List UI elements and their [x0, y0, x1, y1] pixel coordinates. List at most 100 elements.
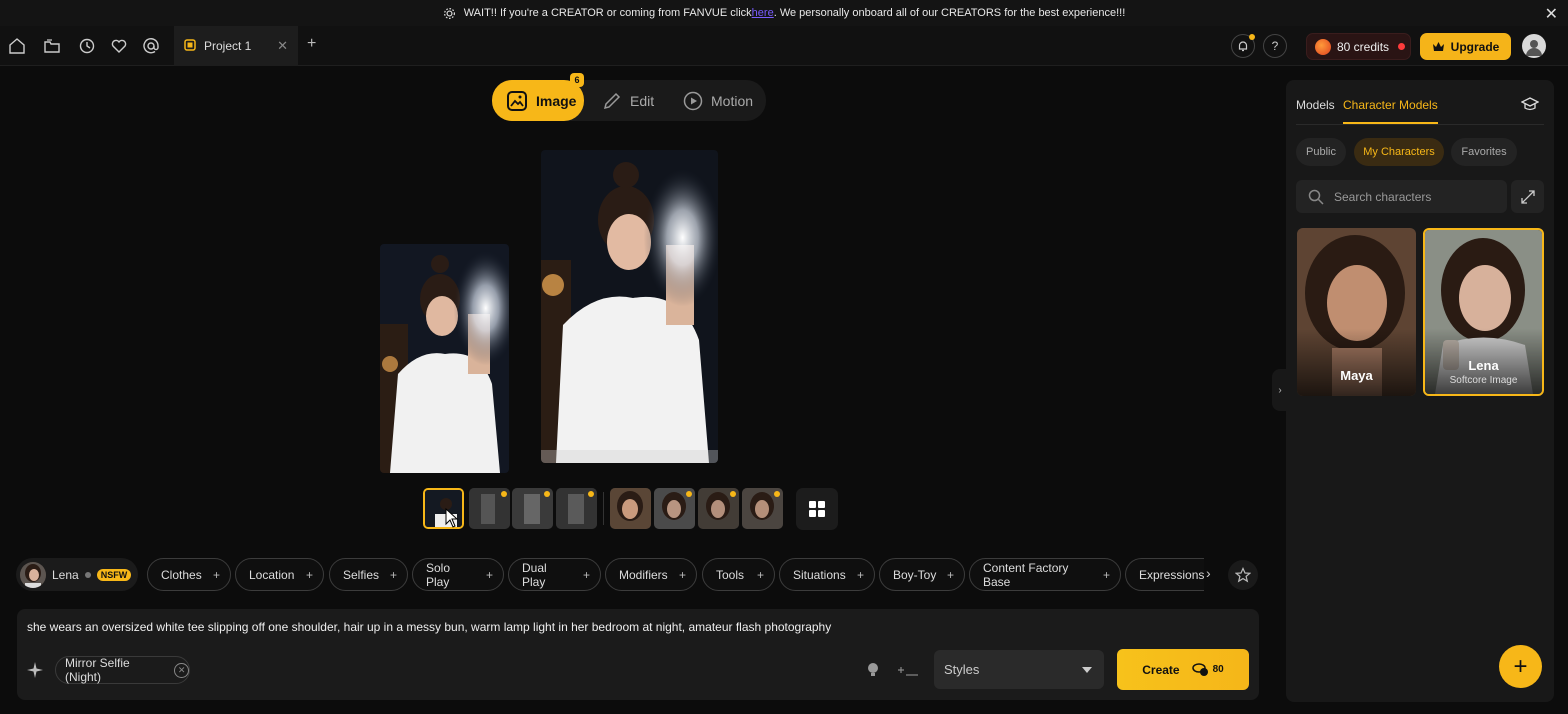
help-button[interactable]: ?	[1263, 34, 1287, 58]
search-icon	[1308, 189, 1324, 205]
thumbnail-8[interactable]	[742, 488, 783, 529]
category-solo-play[interactable]: Solo Play +	[412, 558, 504, 591]
filter-my-characters[interactable]: My Characters	[1354, 138, 1444, 166]
filter-public[interactable]: Public	[1296, 138, 1346, 166]
plus-icon: +	[946, 567, 954, 582]
grid-icon	[809, 501, 825, 517]
thumbnail-7[interactable]	[698, 488, 739, 529]
generated-image-large[interactable]	[541, 150, 718, 463]
category-dual-play[interactable]: Dual Play +	[508, 558, 601, 591]
new-dot	[730, 491, 736, 497]
chevron-right-icon[interactable]: ›	[1206, 565, 1211, 581]
generated-image-small[interactable]	[380, 244, 509, 473]
mode-motion-button[interactable]: Motion	[683, 80, 753, 121]
new-dot	[774, 491, 780, 497]
thumbnail-4[interactable]	[556, 488, 597, 529]
grid-view-button[interactable]	[796, 488, 838, 530]
thumbnail-6[interactable]	[654, 488, 695, 529]
mode-image-button[interactable]: Image	[492, 80, 584, 121]
coins-icon	[1191, 662, 1208, 676]
character-card-maya[interactable]: Maya	[1297, 228, 1416, 396]
category-situations[interactable]: Situations +	[779, 558, 875, 591]
user-avatar[interactable]	[1522, 34, 1546, 58]
plus-icon: +	[678, 567, 686, 582]
mode-edit-button[interactable]: Edit	[602, 80, 654, 121]
notification-dot	[1249, 34, 1255, 40]
category-selfies[interactable]: Selfies +	[329, 558, 408, 591]
card-subtitle: Softcore Image	[1449, 375, 1518, 386]
category-label: Modifiers	[619, 567, 668, 582]
banner-text-end: . We personally onboard all of our CREAT…	[773, 7, 1126, 19]
expand-icon	[1520, 189, 1535, 204]
character-card-lena[interactable]: Lena Softcore Image	[1423, 228, 1544, 396]
thumbnail-5[interactable]	[610, 488, 651, 529]
image-count-badge: 6	[570, 73, 584, 87]
category-label: Selfies	[343, 567, 380, 582]
category-content-factory-base[interactable]: Content Factory Base +	[969, 558, 1121, 591]
character-name: Lena	[52, 567, 79, 582]
selected-style-chip[interactable]: Mirror Selfie (Night) ✕	[55, 656, 190, 684]
search-placeholder: Search characters	[1334, 189, 1432, 204]
new-dot	[501, 491, 507, 497]
create-label: Create	[1142, 662, 1180, 677]
history-icon[interactable]	[77, 36, 97, 56]
graduation-cap-icon[interactable]	[1520, 96, 1540, 115]
mouse-cursor-icon	[445, 507, 459, 531]
character-panel: Models Character Models Public My Charac…	[1286, 80, 1554, 702]
category-clothes[interactable]: Clothes +	[147, 558, 231, 591]
announcement-banner: WAIT!! If you're a CREATOR or coming fro…	[0, 0, 1568, 26]
close-icon[interactable]: ✕	[1545, 4, 1558, 24]
prompt-input[interactable]: she wears an oversized white tee slippin…	[27, 620, 831, 634]
category-label: Dual Play	[522, 560, 547, 589]
styles-dropdown-label: Styles	[944, 662, 980, 677]
expand-button[interactable]	[1511, 180, 1544, 213]
plus-icon: +	[485, 567, 493, 582]
heart-icon[interactable]	[109, 36, 129, 56]
filter-favorites[interactable]: Favorites	[1451, 138, 1517, 166]
category-label: Solo Play	[426, 560, 451, 589]
active-character-chip[interactable]: Lena NSFW	[16, 558, 138, 591]
home-icon[interactable]	[7, 36, 27, 56]
banner-text-start: WAIT!! If you're a CREATOR or coming fro…	[463, 7, 752, 19]
card-name: Maya	[1340, 368, 1373, 383]
styles-dropdown[interactable]: Styles	[934, 650, 1104, 689]
create-button[interactable]: Create 80	[1117, 649, 1249, 690]
status-dot	[1398, 43, 1406, 50]
tab-character-models[interactable]: Character Models	[1343, 98, 1438, 124]
thumbnail-3[interactable]	[512, 488, 553, 529]
category-location[interactable]: Location +	[235, 558, 324, 591]
credits-badge[interactable]: 80 credits	[1306, 33, 1411, 60]
character-search[interactable]: Search characters	[1296, 180, 1507, 213]
category-modifiers[interactable]: Modifiers +	[605, 558, 697, 591]
category-label: Tools	[716, 567, 745, 582]
separator-dot	[84, 571, 91, 578]
mode-switch: Image Edit Motion	[492, 80, 766, 121]
banner-link[interactable]: here	[752, 7, 774, 19]
category-expressions[interactable]: Expressions	[1125, 558, 1204, 591]
mode-image-label: Image	[536, 92, 577, 109]
tab-label: Project 1	[204, 39, 252, 53]
category-label: Content Factory Base	[983, 560, 1069, 589]
plus-icon: +	[212, 567, 220, 582]
crown-icon	[1432, 42, 1444, 51]
folder-icon[interactable]	[42, 36, 62, 56]
remove-icon[interactable]: ✕	[174, 662, 189, 678]
category-boy-toy[interactable]: Boy-Toy +	[879, 558, 965, 591]
bell-icon	[1238, 41, 1248, 52]
thumbnail-2[interactable]	[469, 488, 510, 529]
tab-project-1[interactable]: Project 1 ✕	[174, 26, 298, 66]
lightbulb-icon[interactable]	[866, 662, 880, 681]
add-button[interactable]: +	[1499, 645, 1542, 688]
new-tab-button[interactable]: +	[307, 35, 316, 53]
upgrade-button[interactable]: Upgrade	[1420, 33, 1511, 60]
tab-models[interactable]: Models	[1296, 98, 1335, 112]
favorites-star-button[interactable]	[1228, 560, 1258, 590]
close-tab-icon[interactable]: ✕	[277, 38, 288, 54]
category-label: Expressions	[1139, 567, 1205, 582]
at-sign-icon[interactable]	[141, 36, 161, 56]
aspect-ratio-icon[interactable]	[897, 662, 919, 681]
new-dot	[588, 491, 594, 497]
sparkle-icon[interactable]	[26, 661, 44, 682]
notifications-button[interactable]	[1231, 34, 1255, 58]
category-tools[interactable]: Tools +	[702, 558, 775, 591]
